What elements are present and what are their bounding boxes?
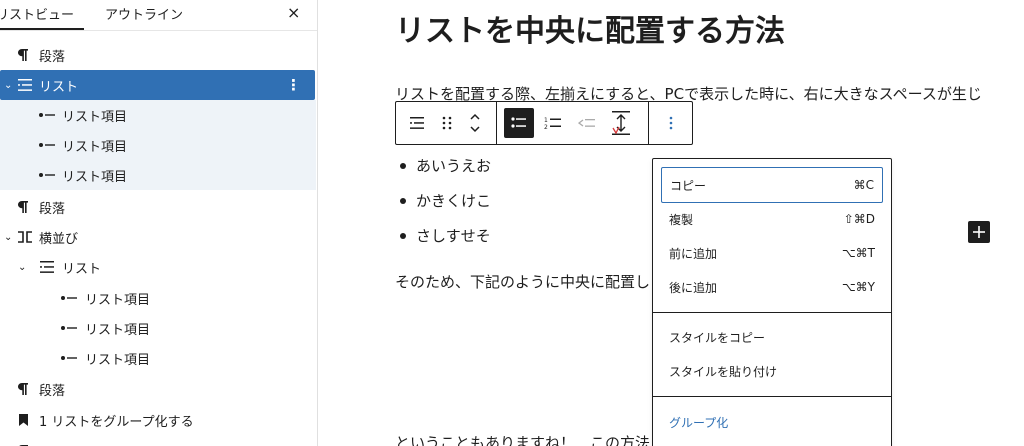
chevron-down-icon[interactable]: ⌄ — [4, 232, 12, 243]
list-item[interactable]: あいうえお — [400, 155, 491, 176]
tree-item-paragraph[interactable]: 段落 — [0, 192, 316, 222]
menu-item-shortcut: ⇧⌘D — [843, 212, 875, 226]
outdent-icon[interactable] — [572, 108, 602, 138]
tree-item-label: リスト — [62, 261, 102, 277]
tree-item-label: リスト項目 — [62, 109, 128, 125]
paragraph-icon — [16, 48, 30, 62]
tree-item-list-item[interactable]: リスト項目 — [0, 130, 316, 160]
list-block-icon[interactable] — [402, 108, 432, 138]
tree-item-list-item[interactable]: リスト項目 — [0, 100, 316, 130]
list-item-icon — [38, 171, 56, 179]
tree-item-list-item[interactable]: リスト項目 — [0, 160, 316, 190]
list-item[interactable]: さしすせそ — [400, 225, 491, 246]
tree-item-label: 段落 — [39, 201, 66, 217]
move-up-down-icon[interactable] — [460, 108, 490, 138]
list-item-text: かきくけこ — [416, 192, 492, 210]
list-item-icon — [38, 111, 56, 119]
tree-item-paragraph[interactable]: 段落 — [0, 374, 316, 404]
tree-item-label: 横並び — [39, 231, 79, 247]
menu-item-label: グループ化 — [669, 415, 729, 430]
menu-item-label: コピー — [670, 178, 707, 193]
list-item-text: あいうえお — [416, 157, 492, 175]
tree-item-label: リスト項目 — [85, 352, 151, 368]
menu-item-copy[interactable]: コピー ⌘C — [661, 167, 883, 203]
tree-item-label: リスト項目 — [62, 169, 128, 185]
list-item[interactable]: かきくけこ — [400, 190, 491, 211]
tree-item-label: リスト項目 — [85, 322, 151, 338]
paragraph-block[interactable]: そのため、下記のように中央に配置し — [395, 271, 650, 292]
tree-item-heading[interactable]: 1 リストをグループ化する — [0, 405, 316, 435]
list-item-icon — [38, 141, 56, 149]
chevron-down-icon[interactable]: ⌄ — [4, 80, 12, 91]
menu-item-label: スタイルを貼り付け — [669, 364, 778, 379]
tree-item-list-item[interactable]: リスト項目 — [0, 313, 316, 343]
drag-handle-icon[interactable] — [432, 108, 462, 138]
menu-item-insert-before[interactable]: 前に追加 ⌥⌘T — [661, 235, 883, 271]
menu-divider — [653, 396, 891, 397]
svg-text:1: 1 — [544, 117, 548, 124]
menu-item-copy-styles[interactable]: スタイルをコピー — [661, 319, 883, 355]
add-block-button[interactable] — [968, 221, 990, 243]
tree-item-list-selected[interactable]: ⌄ リスト ⋮ — [0, 70, 315, 100]
bookmark-icon — [17, 413, 29, 427]
list-view-sidebar: リストビュー アウトライン × 段落 ⌄ リスト ⋮ リスト項目 リスト項目 リ… — [0, 0, 318, 446]
tree-item-row-group[interactable]: ⌄ 横並び — [0, 222, 316, 252]
menu-item-group[interactable]: グループ化 — [661, 404, 883, 440]
row-group-icon — [16, 231, 34, 243]
tree-item-label: リスト — [39, 79, 79, 95]
menu-item-shortcut: ⌥⌘T — [841, 246, 875, 260]
divider — [0, 30, 317, 31]
bullet — [400, 232, 406, 239]
tree-item-partial — [0, 436, 316, 446]
menu-item-insert-after[interactable]: 後に追加 ⌥⌘Y — [661, 269, 883, 305]
paragraph-icon — [16, 200, 30, 214]
menu-item-label: 複製 — [669, 212, 694, 227]
tree-item-list-item[interactable]: リスト項目 — [0, 343, 316, 373]
menu-item-duplicate[interactable]: 複製 ⇧⌘D — [661, 201, 883, 237]
menu-item-shortcut: ⌘C — [853, 178, 874, 192]
align-vertical-icon[interactable] — [606, 108, 636, 138]
close-icon[interactable]: × — [287, 3, 300, 22]
tree-item-paragraph[interactable]: 段落 — [0, 40, 316, 70]
block-toolbar: 12 — [395, 101, 693, 145]
list-item-icon — [60, 324, 78, 332]
more-options-icon[interactable] — [656, 108, 686, 138]
toolbar-divider — [648, 102, 649, 144]
tree-item-list-item[interactable]: リスト項目 — [0, 283, 316, 313]
paragraph-icon — [16, 382, 30, 396]
menu-divider — [653, 312, 891, 313]
ordered-list-icon[interactable]: 12 — [538, 108, 568, 138]
list-item-icon — [60, 354, 78, 362]
menu-item-label: スタイルをコピー — [669, 330, 766, 345]
menu-item-paste-styles[interactable]: スタイルを貼り付け — [661, 353, 883, 389]
menu-item-label: 前に追加 — [669, 246, 718, 261]
tab-list-view[interactable]: リストビュー — [0, 4, 74, 23]
tree-item-label: リスト項目 — [62, 139, 128, 155]
bullet — [400, 197, 406, 204]
tree-item-label: 段落 — [39, 49, 66, 65]
more-options-icon[interactable]: ⋮ — [286, 76, 301, 94]
svg-text:2: 2 — [544, 124, 548, 130]
unordered-list-icon[interactable] — [504, 108, 534, 138]
list-icon — [16, 78, 34, 92]
list-item-icon — [60, 294, 78, 302]
tab-outline[interactable]: アウトライン — [105, 4, 183, 23]
paragraph-block[interactable]: ということもありますね！ この方法 — [395, 432, 650, 446]
tree-item-label: 段落 — [39, 383, 66, 399]
list-item-text: さしすせそ — [416, 227, 491, 245]
bullet — [400, 162, 406, 169]
toolbar-divider — [496, 102, 497, 144]
list-icon — [38, 260, 56, 274]
block-options-menu: コピー ⌘C 複製 ⇧⌘D 前に追加 ⌥⌘T 後に追加 ⌥⌘Y スタイルをコピー… — [652, 158, 892, 446]
menu-item-shortcut: ⌥⌘Y — [841, 280, 875, 294]
tree-item-list[interactable]: ⌄ リスト — [0, 252, 316, 282]
chevron-down-icon[interactable]: ⌄ — [18, 262, 26, 273]
page-title[interactable]: リストを中央に配置する方法 — [395, 6, 785, 50]
menu-item-label: 後に追加 — [669, 280, 718, 295]
tree-item-label: 1 リストをグループ化する — [39, 414, 194, 430]
sidebar-tabs: リストビュー アウトライン × — [0, 0, 317, 31]
tree-item-label: リスト項目 — [85, 292, 151, 308]
